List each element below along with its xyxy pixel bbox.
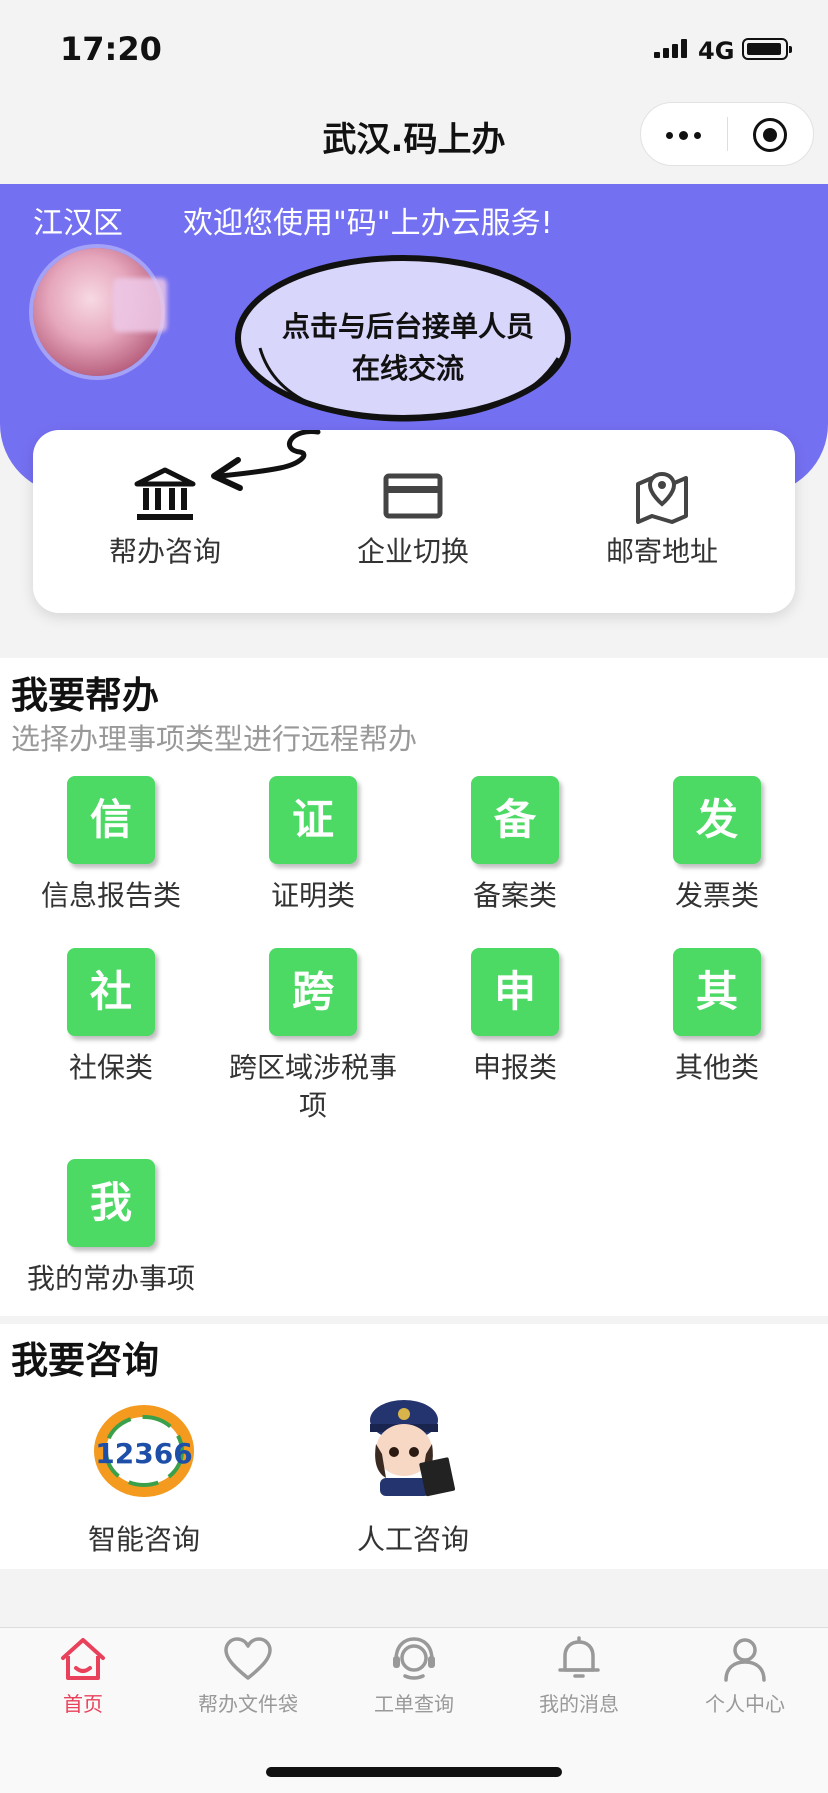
bell-icon [558, 1636, 600, 1678]
quick-action-label: 帮办咨询 [108, 535, 221, 568]
user-icon [724, 1638, 766, 1682]
signal-icon [654, 38, 688, 58]
tab-my-messages[interactable]: 我的消息 [496, 1636, 662, 1717]
pointer-arrow-graphic [211, 430, 321, 491]
help-section-subtitle: 选择办理事项类型进行远程帮办 [11, 722, 418, 756]
help-item-label: 信息报告类 [40, 879, 181, 912]
tab-label: 我的消息 [539, 1692, 619, 1716]
help-item-label: 证明类 [270, 879, 355, 912]
help-item-tile: 其 [673, 948, 761, 1036]
help-item-label: 其他类 [674, 1051, 759, 1084]
bubble-line-2: 在线交流 [351, 352, 464, 385]
welcome-text: 欢迎您使用"码"上办云服务! [183, 206, 553, 241]
heart-icon [224, 1637, 272, 1680]
help-item-label: 我的常办事项 [26, 1262, 195, 1295]
help-item-tile: 我 [67, 1159, 155, 1247]
bank-icon [134, 467, 196, 520]
tab-ticket-query[interactable]: 工单查询 [331, 1636, 497, 1717]
tab-personal-center[interactable]: 个人中心 [662, 1636, 828, 1717]
help-item-label: 社保类 [68, 1051, 153, 1084]
map-pin-icon [636, 471, 688, 524]
district-label[interactable]: 江汉区 [33, 198, 123, 242]
home-icon [61, 1638, 105, 1680]
chat-bubble-text[interactable]: 点击与后台接单人员 在线交流 [238, 306, 578, 390]
help-item-tile: 备 [471, 776, 559, 864]
battery-icon [742, 38, 792, 60]
help-item-tile: 证 [269, 776, 357, 864]
card-icon [383, 473, 443, 519]
help-item-label: 跨区域涉税事项 [228, 1051, 397, 1122]
logo-text: 12366 [95, 1437, 192, 1470]
quick-action-label: 企业切换 [356, 535, 469, 568]
tab-label: 帮办文件袋 [198, 1692, 298, 1716]
help-item-tile: 发 [673, 776, 761, 864]
consult-item-label: 智能咨询 [87, 1523, 200, 1556]
consult-section-title: 我要咨询 [11, 1339, 159, 1382]
bubble-line-1: 点击与后台接单人员 [281, 310, 534, 343]
consult-item-label: 人工咨询 [356, 1523, 469, 1556]
help-item-label: 发票类 [674, 879, 759, 912]
help-item-tile: 跨 [269, 948, 357, 1036]
status-time: 17:20 [60, 30, 162, 68]
help-item-label: 申报类 [472, 1051, 557, 1084]
help-item-tile: 信 [67, 776, 155, 864]
help-item-tile: 申 [471, 948, 559, 1036]
network-label: 4G [698, 37, 735, 65]
tab-home[interactable]: 首页 [0, 1636, 166, 1717]
headset-icon [393, 1637, 435, 1680]
home-indicator [266, 1767, 562, 1777]
help-section-title: 我要帮办 [11, 674, 159, 717]
quick-action-switch-company[interactable]: 企业切换 [313, 466, 513, 570]
tab-label: 工单查询 [374, 1692, 454, 1716]
close-program-icon[interactable] [753, 118, 787, 152]
quick-action-label: 邮寄地址 [605, 535, 718, 568]
tab-label: 首页 [63, 1692, 103, 1716]
12366-hotline-logo: 12366 [94, 1405, 194, 1497]
avatar[interactable] [33, 248, 167, 376]
help-item-label: 备案类 [472, 879, 557, 912]
tab-help-files[interactable]: 帮办文件袋 [165, 1636, 331, 1717]
help-item-tile: 社 [67, 948, 155, 1036]
customer-service-agent-icon [370, 1400, 456, 1497]
mini-program-capsule [640, 102, 814, 166]
tab-label: 个人中心 [705, 1692, 785, 1716]
quick-action-mailing-address[interactable]: 邮寄地址 [562, 466, 762, 570]
